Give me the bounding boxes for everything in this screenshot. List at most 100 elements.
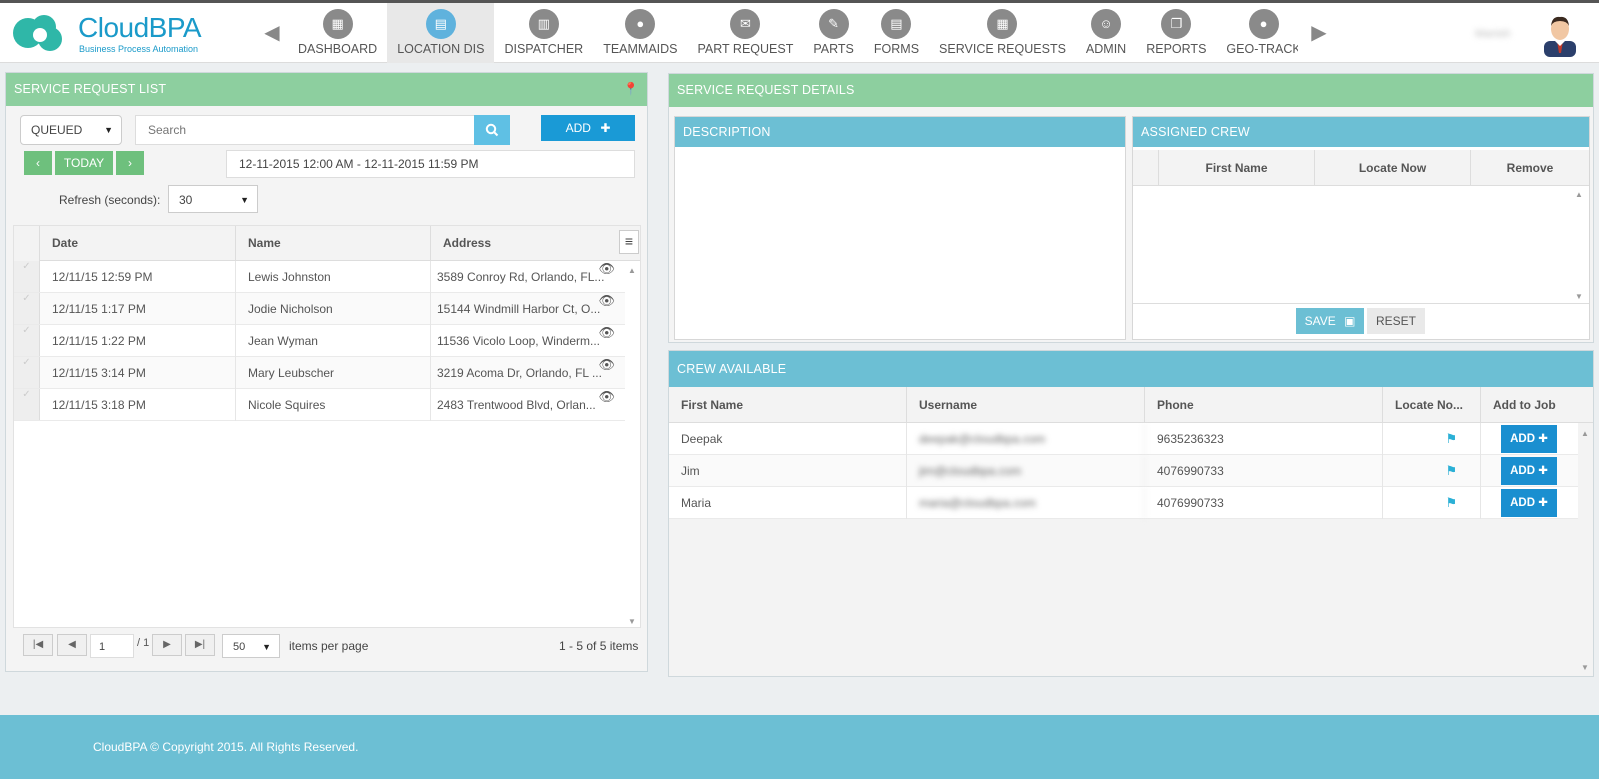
table-row[interactable]: ✓ 12/11/15 1:22 PM Jean Wyman 11536 Vicolo … [14, 325, 625, 357]
column-header-first-name[interactable]: First Name [1159, 150, 1315, 186]
table-row[interactable]: Deepak deepak@cloudbpa.com 9635236323 ⚑ ADD … [669, 423, 1578, 455]
eye-icon[interactable]: 👁 [598, 389, 615, 405]
first-page-icon[interactable]: |◀ [23, 634, 53, 656]
scroll-down-icon[interactable]: ▼ [628, 617, 636, 626]
row-checkbox[interactable]: ✓ [14, 389, 40, 420]
map-pin-icon[interactable]: 📍 [623, 73, 639, 106]
assigned-crew-grid-body: ▲ ▼ [1133, 186, 1589, 304]
scroll-down-icon[interactable]: ▼ [1575, 292, 1583, 301]
caret-down-icon: ▼ [240, 195, 249, 205]
scroll-up-icon[interactable]: ▲ [628, 266, 636, 275]
nav-item-service-requests[interactable]: ▦ SERVICE REQUESTS [929, 3, 1076, 63]
eye-icon[interactable]: 👁 [598, 357, 615, 373]
cell-phone: 4076990733 [1145, 487, 1383, 519]
select-all-cell[interactable] [14, 226, 40, 261]
nav-item-teammaids[interactable]: ● TEAMMAIDS [593, 3, 687, 63]
table-row[interactable]: ✓ 12/11/15 3:18 PM Nicole Squires 2483 Tren… [14, 389, 625, 421]
nav-item-location-dis[interactable]: ▤ LOCATION DIS [387, 3, 495, 63]
envelope-icon: ✉ [730, 9, 761, 39]
column-header-add-to-job[interactable]: Add to Job [1481, 387, 1579, 423]
wrench-icon: ✎ [818, 9, 849, 39]
nav-item-label: DASHBOARD [298, 42, 378, 56]
today-button[interactable]: TODAY [55, 151, 113, 175]
nav-item-label: GEO-TRACK [1226, 42, 1298, 56]
search-input[interactable] [135, 115, 475, 145]
next-page-icon[interactable]: ▶ [152, 634, 182, 656]
user-avatar-icon[interactable] [1540, 13, 1580, 57]
cell-name: Nicole Squires [236, 389, 431, 421]
reset-button[interactable]: RESET [1367, 308, 1425, 334]
column-menu-icon[interactable]: ≡ [619, 230, 639, 254]
row-checkbox[interactable]: ✓ [14, 293, 40, 324]
page-number-value: 1 [99, 641, 106, 653]
add-to-job-button[interactable]: ADD ✚ [1501, 489, 1557, 517]
scroll-down-icon[interactable]: ▼ [1581, 663, 1589, 672]
column-header-username[interactable]: Username [907, 387, 1145, 423]
row-checkbox[interactable]: ✓ [14, 357, 40, 388]
column-header-date[interactable]: Date [40, 226, 236, 261]
copyright-text: CloudBPA © Copyright 2015. All Rights Re… [93, 740, 359, 754]
scroll-up-icon[interactable]: ▲ [1581, 429, 1589, 438]
scroll-up-icon[interactable]: ▲ [1575, 190, 1583, 199]
table-row[interactable]: ✓ 12/11/15 12:59 PM Lewis Johnston 3589 Con… [14, 261, 625, 293]
nav-item-part-request[interactable]: ✉ PART REQUEST [688, 3, 804, 63]
brand-logo[interactable]: CloudBPA Business Process Automation [12, 11, 202, 55]
nav-item-forms[interactable]: ▤ FORMS [864, 3, 929, 63]
next-day-button[interactable]: › [116, 151, 144, 175]
row-checkbox[interactable]: ✓ [14, 261, 40, 292]
cell-first-name: Maria [669, 487, 907, 519]
column-header-address[interactable]: Address [431, 226, 621, 261]
row-checkbox[interactable]: ✓ [14, 325, 40, 356]
nav-scroll-right-icon[interactable]: ▶ [1309, 21, 1329, 45]
column-header-remove[interactable]: Remove [1471, 150, 1589, 186]
eye-icon[interactable]: 👁 [598, 325, 615, 341]
refresh-interval-select[interactable]: 30 ▼ [168, 185, 258, 213]
nav-item-geo-track[interactable]: ● GEO-TRACK [1216, 3, 1298, 63]
status-filter-select[interactable]: QUEUED ▼ [20, 115, 122, 145]
select-all-cell[interactable] [1133, 150, 1159, 185]
assigned-crew-header: ASSIGNED CREW [1133, 117, 1589, 147]
nav-item-reports[interactable]: ❐ REPORTS [1136, 3, 1216, 63]
location-pin-icon[interactable]: ⚑ [1446, 495, 1458, 510]
save-button[interactable]: SAVE ▣ [1296, 308, 1364, 334]
nav-item-admin[interactable]: ☺ ADMIN [1076, 3, 1136, 63]
panel-title: CREW AVAILABLE [677, 362, 787, 376]
date-range-input[interactable]: 12-11-2015 12:00 AM - 12-11-2015 11:59 P… [226, 150, 635, 178]
eye-icon[interactable]: 👁 [598, 293, 615, 309]
page-size-select[interactable]: 50 ▼ [222, 634, 280, 658]
column-header-phone[interactable]: Phone [1145, 387, 1383, 423]
previous-day-button[interactable]: ‹ [24, 151, 52, 175]
service-request-details-panel: SERVICE REQUEST DETAILS DESCRIPTION ASSI… [668, 73, 1594, 343]
crew-available-header: CREW AVAILABLE [669, 351, 1593, 387]
add-to-job-button[interactable]: ADD ✚ [1501, 457, 1557, 485]
page-number-input[interactable]: 1 [90, 634, 134, 658]
nav-scroll-left-icon[interactable]: ◀ [262, 21, 282, 45]
nav-item-dispatcher[interactable]: ▥ DISPATCHER [494, 3, 593, 63]
table-row[interactable]: ✓ 12/11/15 1:17 PM Jodie Nicholson 15144 Wi… [14, 293, 625, 325]
eye-icon[interactable]: 👁 [598, 261, 615, 277]
cell-name: Jean Wyman [236, 325, 431, 357]
column-header-name[interactable]: Name [236, 226, 431, 261]
add-label: ADD [1510, 433, 1536, 445]
column-header-locate-now[interactable]: Locate Now [1315, 150, 1471, 186]
refresh-interval-value: 30 [179, 193, 193, 207]
column-header-locate-now[interactable]: Locate No... [1383, 387, 1481, 423]
add-request-button[interactable]: ADD ✚ [541, 115, 635, 141]
table-row[interactable]: ✓ 12/11/15 3:14 PM Mary Leubscher 3219 Acom… [14, 357, 625, 389]
panel-title: SERVICE REQUEST DETAILS [677, 83, 855, 97]
last-page-icon[interactable]: ▶| [185, 634, 215, 656]
dispatch-icon: ▥ [528, 9, 559, 39]
add-to-job-button[interactable]: ADD ✚ [1501, 425, 1557, 453]
nav-item-dashboard[interactable]: ▦ DASHBOARD [288, 3, 387, 63]
column-header-first-name[interactable]: First Name [669, 387, 907, 423]
table-row[interactable]: Maria maria@cloudbpa.com 4076990733 ⚑ ADD ✚ [669, 487, 1578, 519]
nav-item-parts[interactable]: ✎ PARTS [803, 3, 864, 63]
cell-first-name: Jim [669, 455, 907, 487]
table-row[interactable]: Jim jim@cloudbpa.com 4076990733 ⚑ ADD ✚ [669, 455, 1578, 487]
address-text: 3219 Acoma Dr, Orlando, FL ... [437, 366, 602, 380]
search-button[interactable] [474, 115, 510, 145]
location-pin-icon[interactable]: ⚑ [1446, 463, 1458, 478]
previous-page-icon[interactable]: ◀ [57, 634, 87, 656]
location-pin-icon[interactable]: ⚑ [1446, 431, 1458, 446]
status-filter-value: QUEUED [31, 123, 83, 137]
